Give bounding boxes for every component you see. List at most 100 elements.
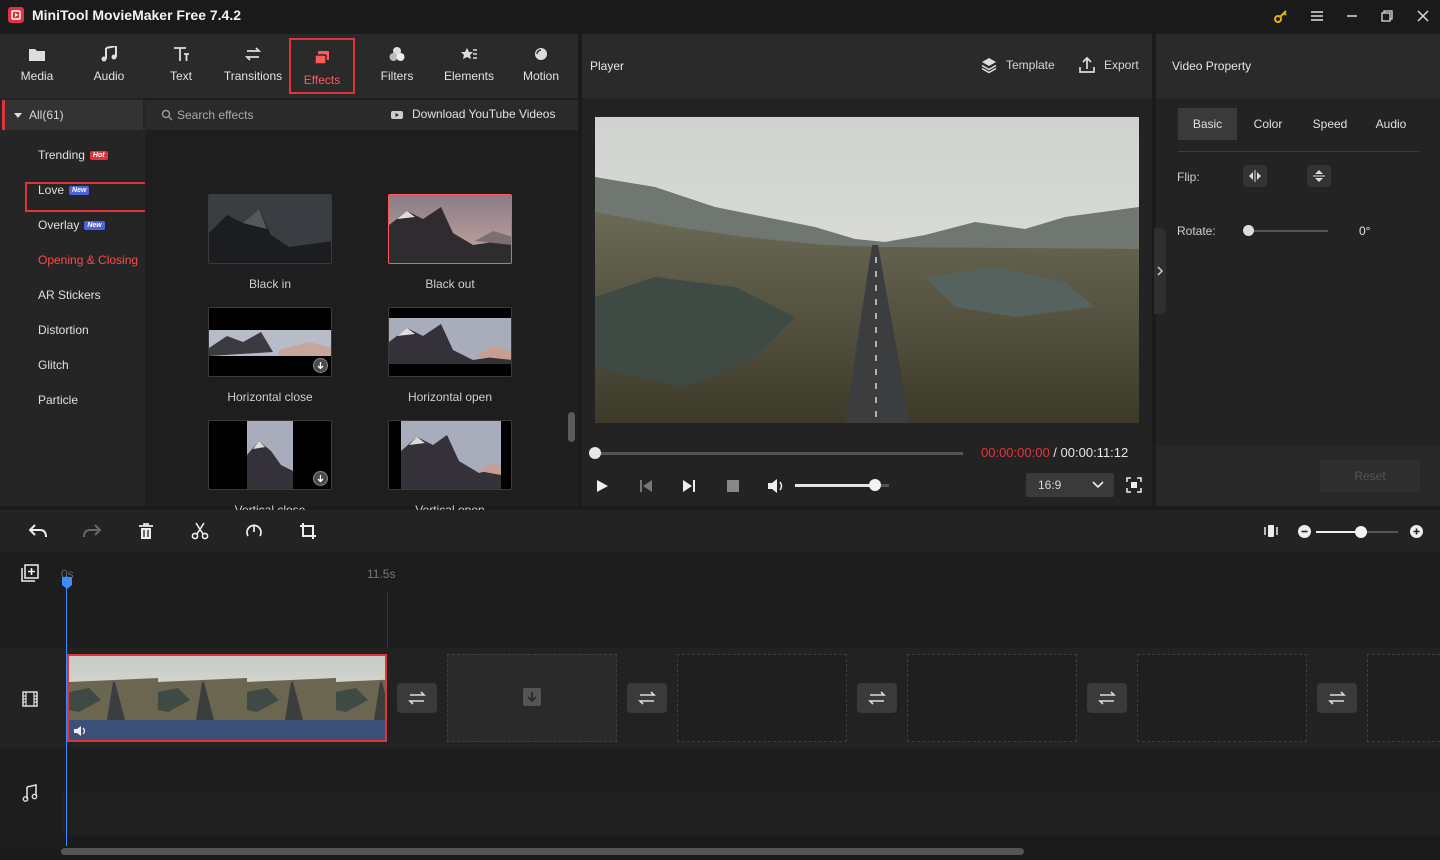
category-label: Opening & Closing (38, 253, 139, 267)
toolbar-transitions[interactable]: Transitions (217, 34, 289, 98)
empty-clip-slot[interactable] (447, 654, 617, 742)
effect-thumb-black-in[interactable] (208, 194, 332, 264)
download-icon[interactable] (313, 471, 328, 486)
current-time: 00:00:00:00 (981, 445, 1050, 460)
zoom-out-icon[interactable] (1298, 525, 1311, 538)
playhead-handle[interactable] (61, 576, 73, 590)
new-badge: New (84, 220, 105, 230)
toolbar-media[interactable]: Media (1, 34, 73, 98)
rotate-handle[interactable] (1243, 225, 1254, 236)
aspect-ratio-select[interactable]: 16:9 (1026, 473, 1114, 497)
delete-icon[interactable] (137, 522, 155, 540)
effect-thumb-horizontal-open[interactable] (388, 307, 512, 377)
category-particle[interactable]: Particle (38, 393, 78, 407)
toolbar-effects[interactable]: Effects (289, 38, 355, 94)
category-opening-closing[interactable]: Opening & Closing (38, 253, 150, 267)
previous-frame-icon[interactable] (638, 478, 654, 494)
reset-button[interactable]: Reset (1320, 460, 1420, 492)
tab-basic[interactable]: Basic (1178, 108, 1237, 140)
property-header: Video Property (1156, 34, 1440, 98)
category-trending[interactable]: Trending Hot (38, 148, 108, 162)
stop-icon[interactable] (725, 478, 741, 494)
zoom-slider-handle[interactable] (1355, 526, 1368, 538)
app-title: MiniTool MovieMaker Free 7.4.2 (32, 7, 242, 23)
maximize-icon[interactable] (1374, 4, 1400, 28)
search-input[interactable]: Search effects (177, 108, 254, 122)
split-scissors-icon[interactable] (191, 522, 209, 540)
tab-color[interactable]: Color (1237, 108, 1299, 140)
transition-swap-icon[interactable] (627, 683, 667, 713)
category-overlay[interactable]: Overlay New (38, 218, 105, 232)
total-time: 00:00:11:12 (1060, 445, 1129, 460)
tab-audio[interactable]: Audio (1361, 108, 1421, 140)
clip-thumbnails (69, 656, 385, 720)
panel-collapse-handle[interactable] (1154, 228, 1166, 314)
toolbar-audio[interactable]: Audio (73, 34, 145, 98)
toolbar-elements[interactable]: Elements (433, 34, 505, 98)
category-glitch[interactable]: Glitch (38, 358, 69, 372)
effect-thumb-horizontal-close[interactable] (208, 307, 332, 377)
effects-icon (314, 51, 329, 65)
player-title: Player (590, 59, 625, 73)
rotate-value: 0° (1359, 224, 1371, 238)
fit-timeline-icon[interactable] (1263, 523, 1279, 539)
flip-vertical-icon[interactable] (1307, 165, 1331, 187)
elements-icon (461, 48, 477, 59)
empty-clip-slot[interactable] (1137, 654, 1307, 742)
category-label: AR Stickers (38, 288, 101, 302)
music-note-icon (101, 46, 117, 62)
flip-horizontal-icon[interactable] (1243, 165, 1267, 187)
category-all[interactable]: All(61) (2, 100, 143, 130)
redo-icon[interactable] (82, 523, 102, 539)
effects-scrollbar[interactable] (568, 412, 575, 442)
play-icon[interactable] (594, 478, 610, 494)
toolbar-text[interactable]: Text (145, 34, 217, 98)
category-label: Trending (38, 148, 85, 162)
transition-swap-icon[interactable] (857, 683, 897, 713)
transition-swap-icon[interactable] (397, 683, 437, 713)
fullscreen-icon[interactable] (1126, 477, 1142, 493)
volume-icon[interactable] (766, 477, 786, 495)
toolbar-motion[interactable]: Motion (505, 34, 577, 98)
volume-handle[interactable] (868, 479, 881, 491)
rotate-slider[interactable] (1248, 230, 1328, 232)
flip-label: Flip: (1177, 170, 1200, 184)
filters-icon (389, 47, 405, 61)
toolbar-label: Transitions (223, 69, 283, 83)
effect-thumb-black-out[interactable] (388, 194, 512, 264)
video-clip[interactable] (67, 654, 387, 742)
clip-volume-icon[interactable] (73, 724, 89, 738)
speed-gauge-icon[interactable] (245, 522, 263, 540)
key-icon[interactable] (1268, 4, 1294, 28)
toolbar-label: Elements (443, 69, 495, 83)
effect-thumb-vertical-open[interactable] (388, 420, 512, 490)
timeline-scrollbar[interactable] (61, 848, 1024, 855)
crop-icon[interactable] (299, 522, 317, 540)
add-track-icon[interactable] (21, 564, 39, 582)
minimize-icon[interactable] (1339, 4, 1365, 28)
transition-swap-icon[interactable] (1317, 683, 1357, 713)
next-frame-icon[interactable] (681, 478, 697, 494)
template-button[interactable]: Template (980, 56, 1055, 74)
tab-speed[interactable]: Speed (1299, 108, 1361, 140)
close-icon[interactable] (1410, 4, 1436, 28)
toolbar-filters[interactable]: Filters (361, 34, 433, 98)
category-distortion[interactable]: Distortion (38, 323, 89, 337)
empty-clip-slot[interactable] (1367, 654, 1440, 742)
effect-thumb-vertical-close[interactable] (208, 420, 332, 490)
effect-label: Horizontal close (227, 390, 313, 404)
export-button[interactable]: Export (1078, 56, 1139, 74)
download-icon[interactable] (313, 358, 328, 373)
category-ar-stickers[interactable]: AR Stickers (38, 288, 101, 302)
undo-icon[interactable] (28, 523, 48, 539)
menu-icon[interactable] (1304, 4, 1330, 28)
download-youtube-link[interactable]: Download YouTube Videos (412, 107, 555, 121)
transition-swap-icon[interactable] (1087, 683, 1127, 713)
zoom-in-icon[interactable] (1410, 525, 1423, 538)
progress-handle[interactable] (589, 447, 601, 459)
title-bar: MiniTool MovieMaker Free 7.4.2 (0, 0, 1440, 32)
playhead-line (66, 576, 67, 848)
empty-clip-slot[interactable] (907, 654, 1077, 742)
empty-clip-slot[interactable] (677, 654, 847, 742)
progress-track[interactable] (595, 452, 963, 455)
